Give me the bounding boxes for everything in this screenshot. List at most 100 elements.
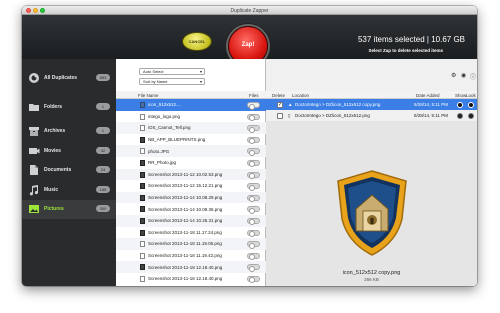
sidebar-item-documents[interactable]: Documents 24 (22, 161, 116, 180)
file-name: Screenshot 2013-11-12 10.02.53.png (148, 171, 223, 177)
pictures-icon (29, 205, 39, 213)
show-in-finder-icon[interactable] (457, 113, 463, 120)
file-toggle[interactable] (247, 275, 260, 284)
file-toggle[interactable] (247, 206, 260, 214)
file-toggle[interactable] (247, 148, 260, 156)
sidebar-item-archives[interactable]: Archives 1 (22, 122, 116, 141)
file-row[interactable]: icon_512x512.... (116, 99, 266, 111)
file-row[interactable]: Screenshot 2013-11-18 11.19.05.png (116, 238, 266, 250)
archive-icon (29, 127, 39, 136)
file-row[interactable]: Screenshot 2013-11-18 12.18.40.png (116, 261, 266, 273)
sidebar-item-pictures[interactable]: Pictures 300 (22, 200, 116, 219)
file-name: Screenshot 2013-11-14 10.25.31.png (148, 218, 223, 224)
file-row[interactable]: Screenshot 2013-11-18 12.18.40.png (116, 273, 266, 285)
file-name: Screenshot 2013-11-14 10.08.29.png (148, 194, 223, 200)
duplicate-row[interactable]: ▯ DoctorIntego > DZ/icon_512x512.png 5/2… (266, 110, 477, 121)
duplicate-detail-pane: ⚙ ◉ ⓘ Delete Location Date Added Show Lo… (266, 59, 477, 286)
column-look[interactable]: Look (466, 93, 476, 98)
preview-file-size: 266 KB (364, 277, 379, 282)
sidebar-item-count: 1 (96, 127, 110, 134)
file-name: NB_APP_BLUEPRINTS.png (148, 136, 206, 142)
eye-icon[interactable]: ◉ (461, 72, 466, 79)
file-toggle[interactable] (247, 183, 260, 191)
sidebar-item-folders[interactable]: Folders 1 (22, 98, 116, 117)
image-file-icon (140, 148, 145, 155)
duplicate-row[interactable]: ✓ ▲ DoctorIntego > DZ/icon_512x512 copy.… (266, 99, 477, 110)
intego-shield-image (337, 170, 407, 256)
file-row[interactable]: Screenshot 2013-11-18 11.19.42.png (116, 250, 266, 262)
file-row[interactable]: Screenshot 2013-11-14 10.08.36.png (116, 203, 266, 215)
file-toggle[interactable] (247, 102, 260, 110)
image-file-icon (140, 264, 145, 271)
quick-look-icon[interactable] (468, 102, 474, 109)
column-file-name[interactable]: File Name (138, 93, 159, 98)
sort-value: Sort by Name (143, 79, 168, 84)
chevron-down-icon: ▾ (199, 69, 202, 74)
image-file-icon (140, 194, 145, 201)
file-toggle[interactable] (247, 125, 260, 133)
sidebar-item-count: 185 (96, 186, 110, 193)
image-file-icon (140, 206, 145, 213)
file-row[interactable]: Screenshot 2013-11-12 10.02.53.png (116, 168, 266, 181)
file-name: photo.JPG (148, 148, 170, 154)
info-icon[interactable]: ⓘ (470, 72, 476, 81)
file-toggle[interactable] (247, 229, 260, 238)
column-date-added[interactable]: Date Added (416, 93, 440, 98)
sidebar-item-label: Archives (44, 128, 66, 134)
settings-icon[interactable]: ⚙ (451, 72, 456, 79)
image-file-icon (140, 171, 145, 178)
file-name: intego_logo.png (148, 113, 181, 119)
sidebar-item-all-duplicates[interactable]: All Duplicates 553 (22, 69, 116, 88)
column-files[interactable]: Files (249, 93, 259, 98)
file-row[interactable]: NB_APP_BLUEPRINTS.png (116, 134, 266, 146)
sidebar-item-movies[interactable]: Movies 42 (22, 142, 116, 161)
file-toggle[interactable] (247, 264, 260, 272)
file-type-icon: ▲ (288, 102, 293, 108)
selection-summary: 537 items selected | 10.67 GB (357, 35, 465, 44)
file-row[interactable]: intego_logo.png (116, 111, 266, 123)
delete-checkbox[interactable]: ✓ (277, 102, 283, 109)
file-row[interactable]: RR_Photo.jpg (116, 157, 266, 169)
file-type-icon: ▯ (288, 113, 291, 119)
sidebar-item-count: 1 (96, 103, 110, 110)
file-toggle[interactable] (247, 136, 260, 145)
file-row[interactable]: Screenshot 2013-11-14 10.08.29.png (116, 191, 266, 204)
sidebar-item-count: 24 (96, 166, 110, 173)
file-name: iOS_Cannot_Tell.png (148, 125, 191, 131)
quick-look-icon[interactable] (468, 113, 474, 120)
sidebar-item-music[interactable]: Music 185 (22, 181, 116, 200)
file-row[interactable]: Screenshot 2013-11-12 15.12.21.png (116, 180, 266, 192)
sidebar-item-label: Pictures (44, 206, 64, 212)
duplicates-icon (29, 73, 39, 83)
file-row[interactable]: Screenshot 2013-11-18 11.17.24.png (116, 227, 266, 239)
file-toggle[interactable] (247, 217, 260, 226)
file-toggle[interactable] (247, 252, 260, 261)
file-row[interactable]: Screenshot 2013-11-14 10.25.31.png (116, 214, 266, 227)
file-row[interactable]: iOS_Cannot_Tell.png (116, 122, 266, 134)
folder-icon (29, 104, 39, 111)
file-toggle[interactable] (247, 241, 260, 249)
column-delete[interactable]: Delete (272, 93, 285, 98)
sidebar-item-count: 300 (96, 205, 110, 212)
auto-select-value: Auto Select (143, 69, 164, 74)
column-show[interactable]: Show (455, 93, 466, 98)
file-name: Screenshot 2013-11-18 12.18.40.png (148, 264, 223, 270)
file-toggle[interactable] (247, 171, 260, 180)
file-toggle[interactable] (247, 113, 260, 122)
sort-dropdown[interactable]: Sort by Name ▾ (139, 78, 205, 85)
file-row[interactable]: photo.JPG (116, 145, 266, 157)
file-toggle[interactable] (247, 159, 260, 168)
cancel-button[interactable]: CANCEL (182, 32, 212, 51)
selection-hint: Select Zap to delete selected items (368, 48, 443, 53)
file-toggle[interactable] (247, 194, 260, 203)
duplicate-list-header: Delete Location Date Added Show Look (266, 91, 477, 99)
image-file-icon (140, 125, 145, 132)
file-name: RR_Photo.jpg (148, 160, 177, 166)
chevron-down-icon: ▾ (199, 79, 202, 84)
image-file-icon (140, 252, 145, 259)
auto-select-dropdown[interactable]: Auto Select ▾ (139, 68, 205, 75)
image-file-icon (140, 113, 145, 120)
show-in-finder-icon[interactable] (457, 102, 463, 109)
delete-checkbox[interactable] (277, 113, 283, 120)
column-location[interactable]: Location (292, 93, 309, 98)
